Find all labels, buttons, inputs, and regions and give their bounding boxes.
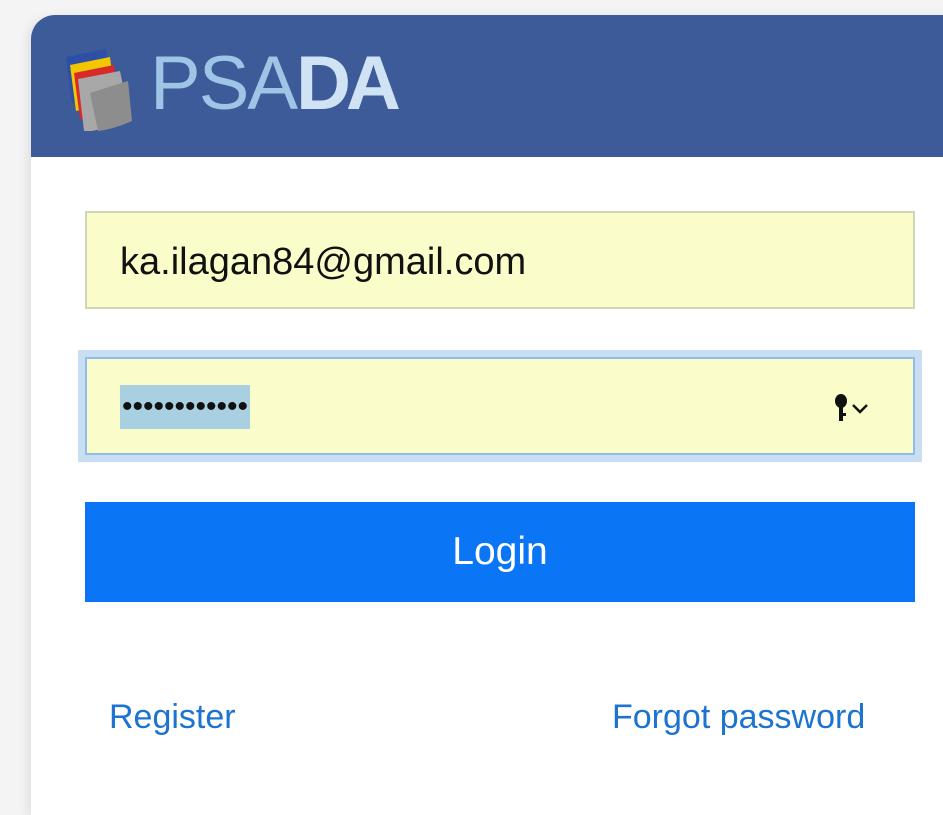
brand-logo-text: PSADA	[150, 41, 401, 126]
brand-name-light: PSA	[150, 41, 298, 126]
login-button[interactable]: Login	[85, 502, 915, 602]
password-autofill-button[interactable]	[831, 393, 877, 423]
login-card: PSADA ka.ilagan84@gmail.com ••••••••••••…	[31, 15, 943, 815]
forgot-password-link[interactable]: Forgot password	[612, 697, 865, 737]
email-field[interactable]: ka.ilagan84@gmail.com	[85, 211, 915, 309]
register-link[interactable]: Register	[109, 697, 236, 737]
password-field[interactable]: ••••••••••••	[85, 357, 915, 455]
key-icon	[835, 394, 847, 421]
app-header: PSADA	[31, 15, 943, 157]
chevron-down-icon	[852, 404, 868, 414]
email-value: ka.ilagan84@gmail.com	[120, 241, 527, 283]
folder-files-icon	[66, 49, 132, 131]
brand-name-bold: DA	[296, 41, 401, 126]
password-value: ••••••••••••	[120, 385, 251, 429]
